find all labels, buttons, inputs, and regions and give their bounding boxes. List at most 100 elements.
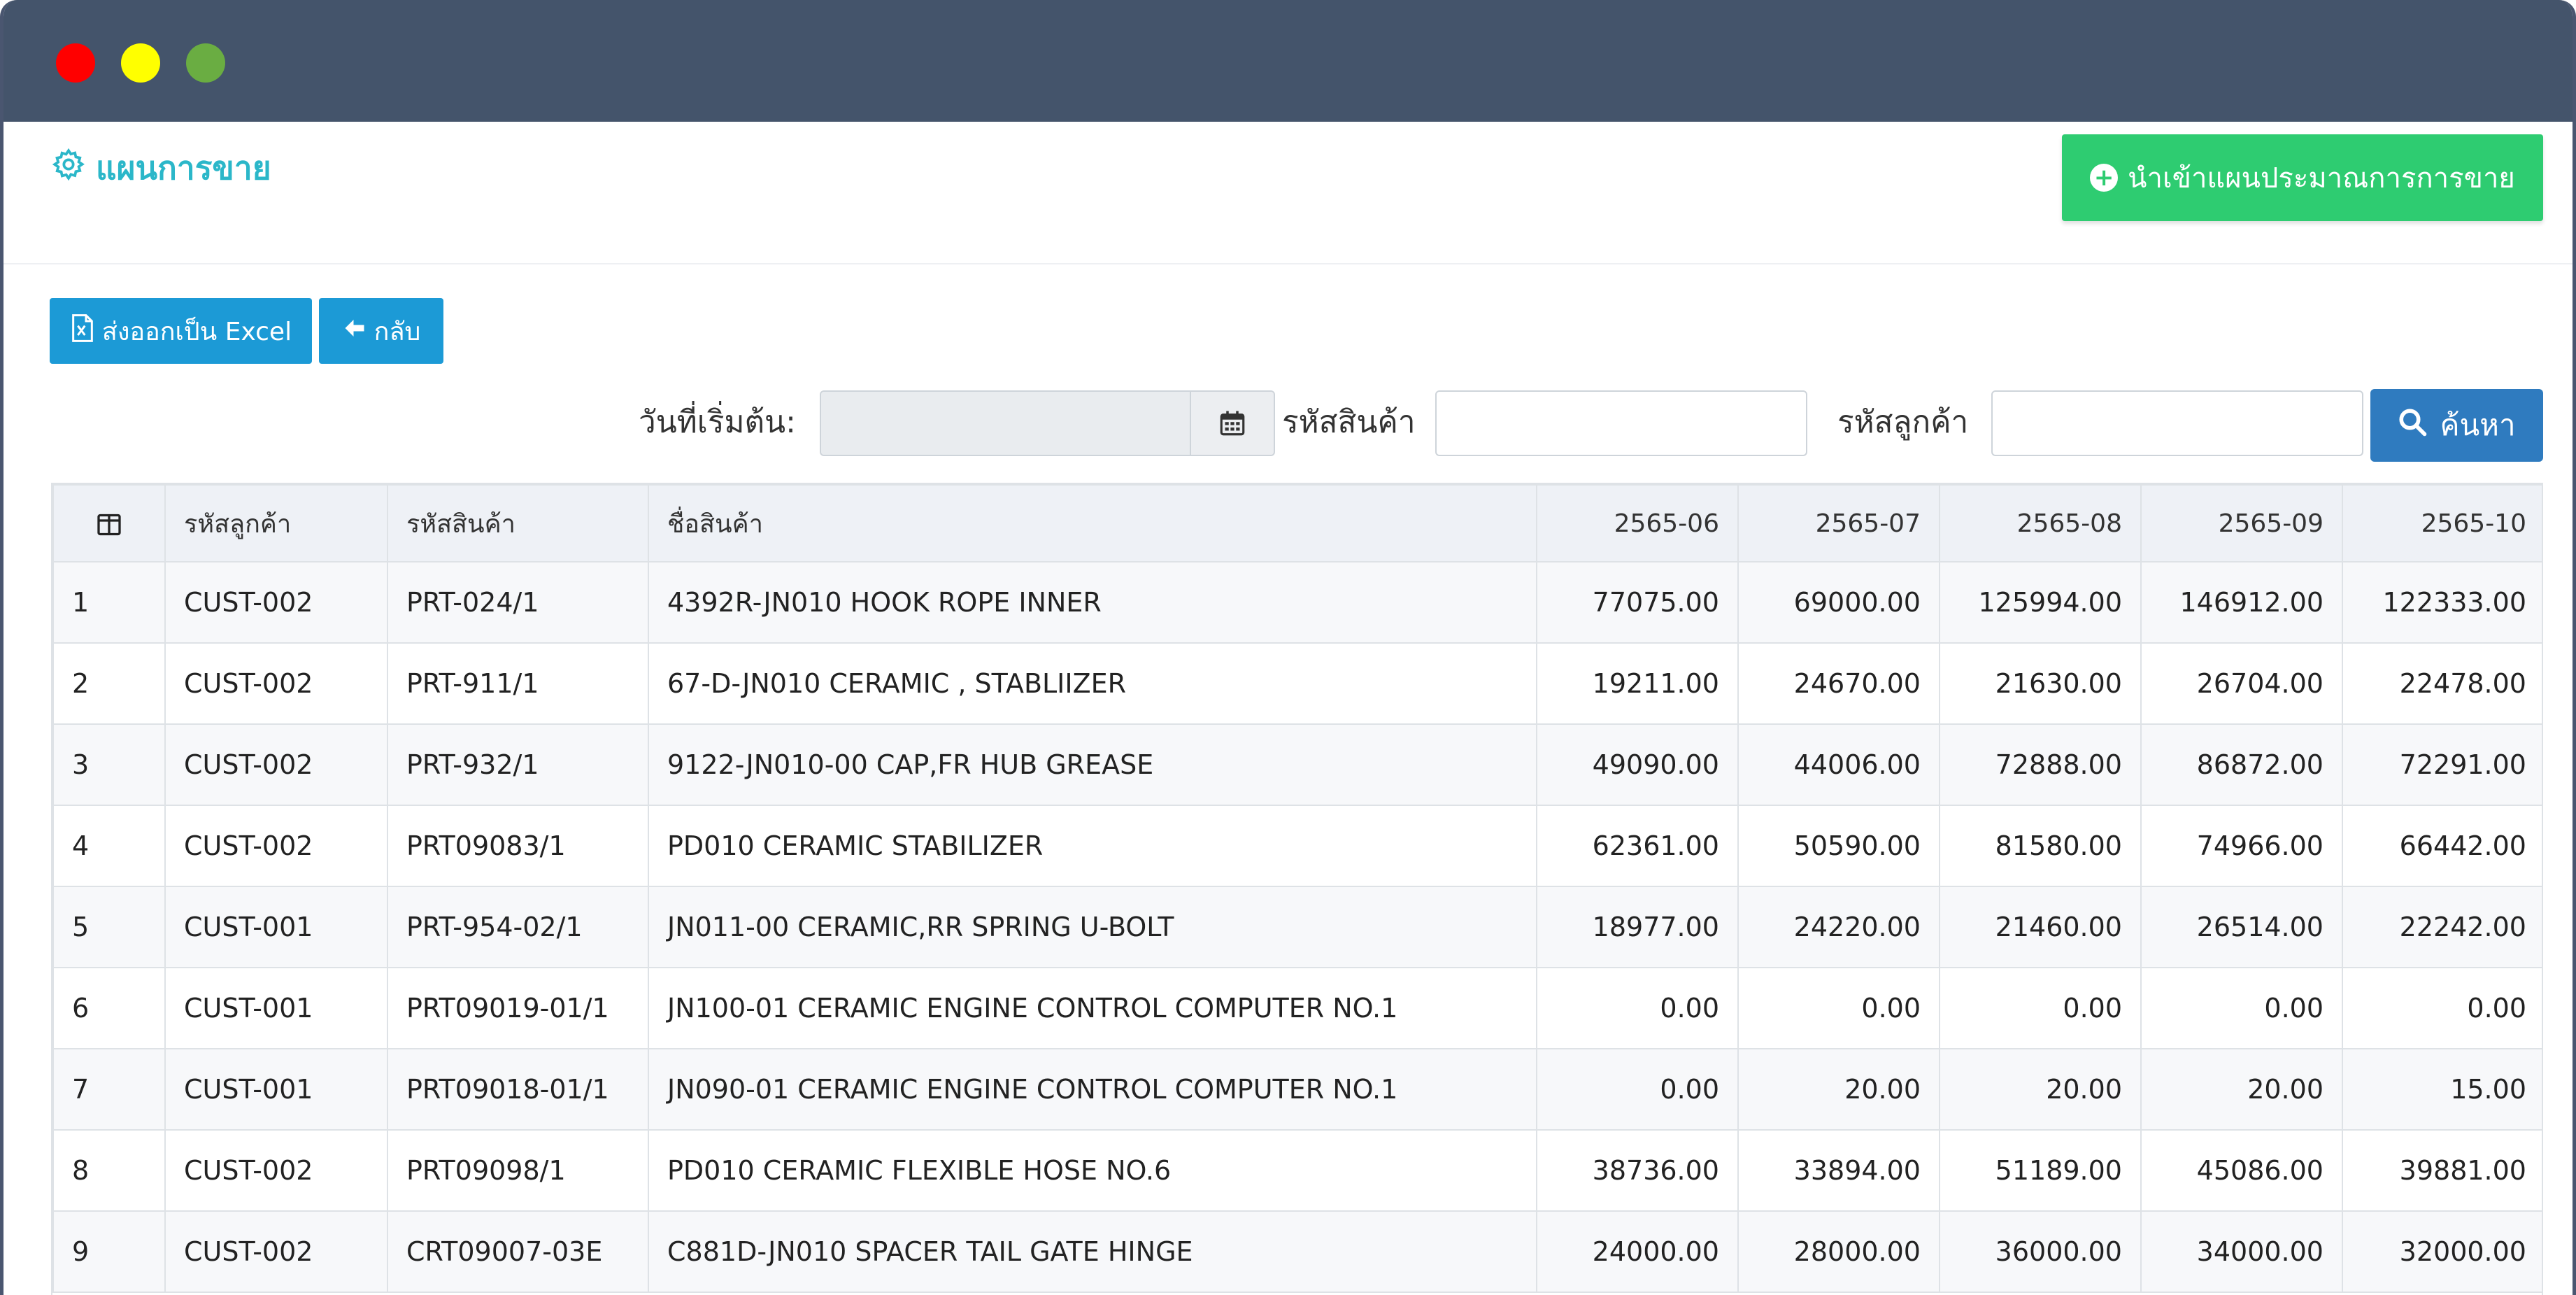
column-header-product-code[interactable]: รหัสสินค้า — [387, 484, 649, 562]
product-code-cell: PRT09019-01/1 — [387, 967, 649, 1049]
plus-circle-icon: + — [2090, 164, 2119, 192]
month-value-cell: 81580.00 — [1939, 805, 2142, 887]
table-row[interactable]: 8 CUST-002 PRT09098/1 PD010 CERAMIC FLEXIBL… — [52, 1129, 2542, 1212]
import-button-label: นำเข้าแผนประมาณการการขาย — [2128, 162, 2515, 194]
start-date-label: วันที่เริ่มต้น: — [639, 404, 796, 440]
search-icon — [2398, 407, 2427, 444]
month-value-cell: 36000.00 — [1939, 1210, 2142, 1293]
row-number: 8 — [52, 1129, 166, 1212]
customer-code-cell: CUST-001 — [164, 1048, 388, 1131]
month-value-cell: 0.00 — [1737, 967, 1940, 1049]
table-row[interactable]: 7 CUST-001 PRT09018-01/1 JN090-01 CERAMIC E… — [52, 1048, 2542, 1131]
customer-code-cell: CUST-001 — [164, 967, 388, 1049]
month-value-cell: 122333.00 — [2342, 561, 2542, 644]
column-toggle-header[interactable] — [52, 484, 166, 562]
customer-code-cell: CUST-002 — [164, 805, 388, 887]
month-value-cell: 15.00 — [2342, 1048, 2542, 1131]
columns-icon[interactable] — [97, 509, 122, 538]
product-code-cell: PRT-024/1 — [387, 561, 649, 644]
product-name-cell: 67-D-JN010 CERAMIC , STABLIIZER — [648, 642, 1537, 725]
product-code-cell: PRT09098/1 — [387, 1129, 649, 1212]
row-number: 9 — [52, 1210, 166, 1293]
month-value-cell: 33894.00 — [1737, 1129, 1940, 1212]
column-header-product-name[interactable]: ชื่อสินค้า — [648, 484, 1537, 562]
customer-code-input[interactable] — [1991, 390, 2363, 456]
month-value-cell: 125994.00 — [1939, 561, 2142, 644]
start-date-picker[interactable] — [820, 390, 1275, 456]
month-value-cell: 34000.00 — [2140, 1210, 2343, 1293]
month-value-cell: 20.00 — [2140, 1048, 2343, 1131]
table-row[interactable]: 2 CUST-002 PRT-911/1 67-D-JN010 CERAMIC , S… — [52, 642, 2542, 725]
month-value-cell: 18977.00 — [1536, 886, 1739, 968]
column-header-month[interactable]: 2565-08 — [1939, 484, 2142, 562]
month-value-cell: 24000.00 — [1536, 1210, 1739, 1293]
month-value-cell: 0.00 — [2140, 967, 2343, 1049]
customer-code-cell: CUST-001 — [164, 886, 388, 968]
zoom-window-button[interactable] — [186, 43, 225, 83]
export-button-label: ส่งออกเป็น Excel — [101, 317, 292, 346]
month-value-cell: 26514.00 — [2140, 886, 2343, 968]
page-title-text: แผนการขาย — [96, 148, 271, 187]
month-value-cell: 26704.00 — [2140, 642, 2343, 725]
excel-file-icon — [70, 313, 95, 348]
import-sales-forecast-button[interactable]: + นำเข้าแผนประมาณการการขาย — [2062, 134, 2543, 221]
table-row[interactable]: 9 CUST-002 CRT09007-03E C881D-JN010 SPACER … — [52, 1210, 2542, 1293]
export-excel-button[interactable]: ส่งออกเป็น Excel — [50, 298, 312, 364]
month-value-cell: 86872.00 — [2140, 723, 2343, 806]
month-value-cell: 19211.00 — [1536, 642, 1739, 725]
minimize-window-button[interactable] — [121, 43, 160, 83]
table-row[interactable]: 6 CUST-001 PRT09019-01/1 JN100-01 CERAMIC E… — [52, 967, 2542, 1049]
product-name-cell: 4392R-JN010 HOOK ROPE INNER — [648, 561, 1537, 644]
customer-code-label: รหัสลูกค้า — [1837, 404, 1969, 440]
column-header-month[interactable]: 2565-09 — [2140, 484, 2343, 562]
month-value-cell: 20.00 — [1939, 1048, 2142, 1131]
customer-code-cell: CUST-002 — [164, 1129, 388, 1212]
month-value-cell: 0.00 — [1536, 1048, 1739, 1131]
product-code-cell: CRT09007-03E — [387, 1210, 649, 1293]
product-name-cell: PD010 CERAMIC STABILIZER — [648, 805, 1537, 887]
search-button[interactable]: ค้นหา — [2370, 389, 2543, 462]
product-code-cell: PRT-932/1 — [387, 723, 649, 806]
calendar-icon[interactable] — [1190, 392, 1274, 455]
month-value-cell: 20.00 — [1737, 1048, 1940, 1131]
row-number: 2 — [52, 642, 166, 725]
table-row[interactable]: 1 CUST-002 PRT-024/1 4392R-JN010 HOOK ROPE … — [52, 561, 2542, 644]
close-window-button[interactable] — [56, 43, 95, 83]
page-header: แผนการขาย + นำเข้าแผนประมาณการการขาย — [3, 122, 2573, 264]
month-value-cell: 21630.00 — [1939, 642, 2142, 725]
table-row[interactable]: 5 CUST-001 PRT-954-02/1 JN011-00 CERAMIC,RR… — [52, 886, 2542, 968]
start-date-input[interactable] — [821, 392, 1192, 455]
month-value-cell: 146912.00 — [2140, 561, 2343, 644]
customer-code-cell: CUST-002 — [164, 1210, 388, 1293]
month-value-cell: 72291.00 — [2342, 723, 2542, 806]
search-button-label: ค้นหา — [2440, 408, 2516, 442]
month-value-cell: 51189.00 — [1939, 1129, 2142, 1212]
row-number: 4 — [52, 805, 166, 887]
column-header-month[interactable]: 2565-10 — [2342, 484, 2542, 562]
product-name-cell: JN090-01 CERAMIC ENGINE CONTROL COMPUTER… — [648, 1048, 1537, 1131]
customer-code-cell: CUST-002 — [164, 561, 388, 644]
product-code-label: รหัสสินค้า — [1282, 404, 1416, 440]
back-button[interactable]: กลับ — [319, 298, 443, 364]
column-header-customer-code[interactable]: รหัสลูกค้า — [164, 484, 388, 562]
product-name-cell: C881D-JN010 SPACER TAIL GATE HINGE — [648, 1210, 1537, 1293]
arrow-left-icon — [342, 314, 367, 348]
month-value-cell: 0.00 — [1536, 967, 1739, 1049]
table-row[interactable]: 4 CUST-002 PRT09083/1 PD010 CERAMIC STABILI… — [52, 805, 2542, 887]
month-value-cell: 0.00 — [1939, 967, 2142, 1049]
filter-bar: วันที่เริ่มต้น: รหัสสินค้า รหัสลูกค้า ค้… — [3, 389, 2573, 462]
product-code-cell: PRT09018-01/1 — [387, 1048, 649, 1131]
product-name-cell: 9122-JN010-00 CAP,FR HUB GREASE — [648, 723, 1537, 806]
month-value-cell: 45086.00 — [2140, 1129, 2343, 1212]
product-code-input[interactable] — [1435, 390, 1807, 456]
column-header-month[interactable]: 2565-07 — [1737, 484, 1940, 562]
sales-plan-table: รหัสลูกค้า รหัสสินค้า ชื่อสินค้า 2565-06… — [51, 483, 2543, 1295]
row-number: 5 — [52, 886, 166, 968]
titlebar — [3, 0, 2573, 122]
gear-icon — [51, 147, 86, 190]
product-name-cell: JN100-01 CERAMIC ENGINE CONTROL COMPUTER… — [648, 967, 1537, 1049]
column-header-month[interactable]: 2565-06 — [1536, 484, 1739, 562]
table-row[interactable]: 3 CUST-002 PRT-932/1 9122-JN010-00 CAP,FR H… — [52, 723, 2542, 806]
row-number: 7 — [52, 1048, 166, 1131]
customer-code-cell: CUST-002 — [164, 642, 388, 725]
